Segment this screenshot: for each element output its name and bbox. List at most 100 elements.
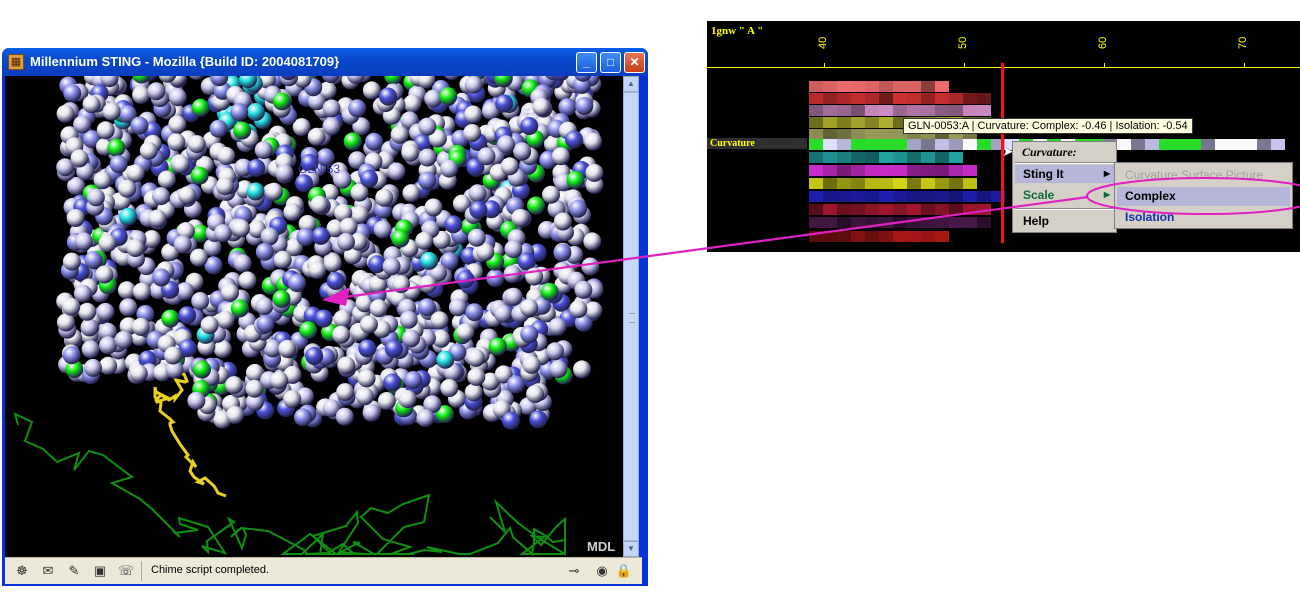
atom-sphere (339, 217, 358, 236)
atom-sphere (355, 387, 374, 406)
scroll-up-icon[interactable]: ▲ (623, 76, 639, 92)
atom-sphere (187, 135, 206, 154)
curvature-cell (809, 139, 823, 150)
mozilla-window: ▦ Millennium STING - Mozilla {Build ID: … (2, 48, 648, 586)
menu-item-complex[interactable]: Complex (1117, 187, 1290, 206)
chatzilla-icon[interactable]: ☏ (117, 563, 135, 579)
close-button[interactable]: ✕ (624, 52, 645, 73)
mail-icon[interactable]: ✉ (39, 563, 57, 579)
atom-sphere (131, 317, 150, 336)
property-cell (837, 231, 851, 242)
security-lock-icon[interactable]: 🔒 (615, 563, 633, 579)
property-cell (879, 93, 893, 104)
property-cell (865, 93, 879, 104)
address-book-icon[interactable]: ▣ (91, 563, 109, 579)
atom-sphere (525, 267, 544, 286)
atom-sphere (464, 76, 483, 94)
atom-sphere (230, 299, 249, 318)
atom-sphere (337, 356, 356, 375)
atom-sphere (403, 94, 422, 113)
menu-item-curvature-surface-picture[interactable]: Curvature Surface Picture (1117, 166, 1290, 185)
property-cell (893, 204, 907, 215)
atom-sphere (232, 219, 250, 238)
property-cell (977, 93, 991, 104)
atom-sphere (418, 148, 437, 167)
minimize-button[interactable]: _ (576, 52, 597, 73)
property-cell (935, 105, 949, 116)
property-cell (809, 231, 823, 242)
property-cell (823, 81, 837, 92)
property-cell (963, 93, 977, 104)
property-cell (893, 105, 907, 116)
menu-item-sting-it[interactable]: Sting It ▶ (1015, 165, 1114, 183)
scroll-down-icon[interactable]: ▼ (623, 541, 639, 557)
popup-blocker-icon[interactable]: ◉ (593, 563, 611, 579)
property-cell (865, 105, 879, 116)
atom-sphere (164, 346, 183, 365)
property-cell (851, 81, 865, 92)
menu-item-help[interactable]: Help (1015, 212, 1114, 230)
atom-sphere (357, 369, 376, 388)
atom-sphere (504, 287, 523, 306)
scroll-thumb[interactable] (623, 92, 639, 541)
connection-icon[interactable]: ⊸ (565, 563, 583, 579)
atom-sphere (467, 348, 485, 367)
atom-sphere (56, 104, 75, 123)
curvature-cell (1257, 139, 1271, 150)
property-cell (809, 129, 823, 140)
menu-item-scale[interactable]: Scale ▶ (1015, 186, 1114, 204)
atom-sphere (246, 182, 265, 201)
atom-sphere (377, 392, 396, 410)
atom-sphere (62, 297, 81, 316)
curvature-cell (1243, 139, 1257, 150)
navigator-icon[interactable]: ☸ (13, 563, 31, 579)
atom-sphere (173, 235, 192, 254)
atom-sphere (81, 340, 100, 359)
atom-sphere (256, 315, 275, 333)
property-cell (837, 204, 851, 215)
composer-icon[interactable]: ✎ (65, 563, 83, 579)
atom-sphere (444, 76, 460, 80)
property-cell (963, 105, 977, 116)
atom-sphere (415, 231, 434, 250)
atom-sphere (362, 81, 381, 100)
atom-sphere (80, 318, 99, 337)
property-cell (977, 204, 991, 215)
atom-sphere (506, 375, 525, 394)
menu-item-isolation[interactable]: Isolation (1117, 208, 1290, 227)
property-cell (865, 204, 879, 215)
curvature-row-label[interactable]: Curvature (710, 138, 755, 149)
atom-sphere (66, 209, 85, 227)
property-cell (921, 178, 935, 189)
atom-sphere (191, 292, 210, 310)
property-cell (907, 93, 921, 104)
property-cell (851, 129, 865, 140)
property-cell (921, 191, 935, 202)
maximize-button[interactable]: □ (600, 52, 621, 73)
property-cell (893, 93, 907, 104)
title-bar[interactable]: ▦ Millennium STING - Mozilla {Build ID: … (2, 48, 648, 76)
property-cell (851, 217, 865, 228)
atom-sphere (295, 174, 313, 193)
atom-sphere (98, 234, 117, 253)
atom-sphere (503, 265, 522, 284)
property-cell (837, 191, 851, 202)
curvature-cell (1187, 139, 1201, 150)
atom-sphere (418, 171, 437, 190)
atom-sphere (529, 410, 548, 429)
curvature-cell (851, 139, 865, 150)
property-cell (809, 191, 823, 202)
molecule-canvas[interactable]: GLN-53 (5, 76, 623, 557)
property-cell (879, 129, 893, 140)
atom-sphere (546, 342, 565, 361)
property-cell (837, 178, 851, 189)
property-cell (893, 152, 907, 163)
atom-sphere (213, 224, 232, 243)
property-cell (893, 178, 907, 189)
curvature-cell (1131, 139, 1145, 150)
molecule-viewer[interactable]: GLN-53 MDL (5, 76, 623, 557)
atom-sphere (390, 125, 409, 144)
vertical-scrollbar[interactable]: ▲ ▼ (623, 76, 639, 557)
atom-sphere (416, 409, 435, 428)
property-cell (907, 217, 921, 228)
